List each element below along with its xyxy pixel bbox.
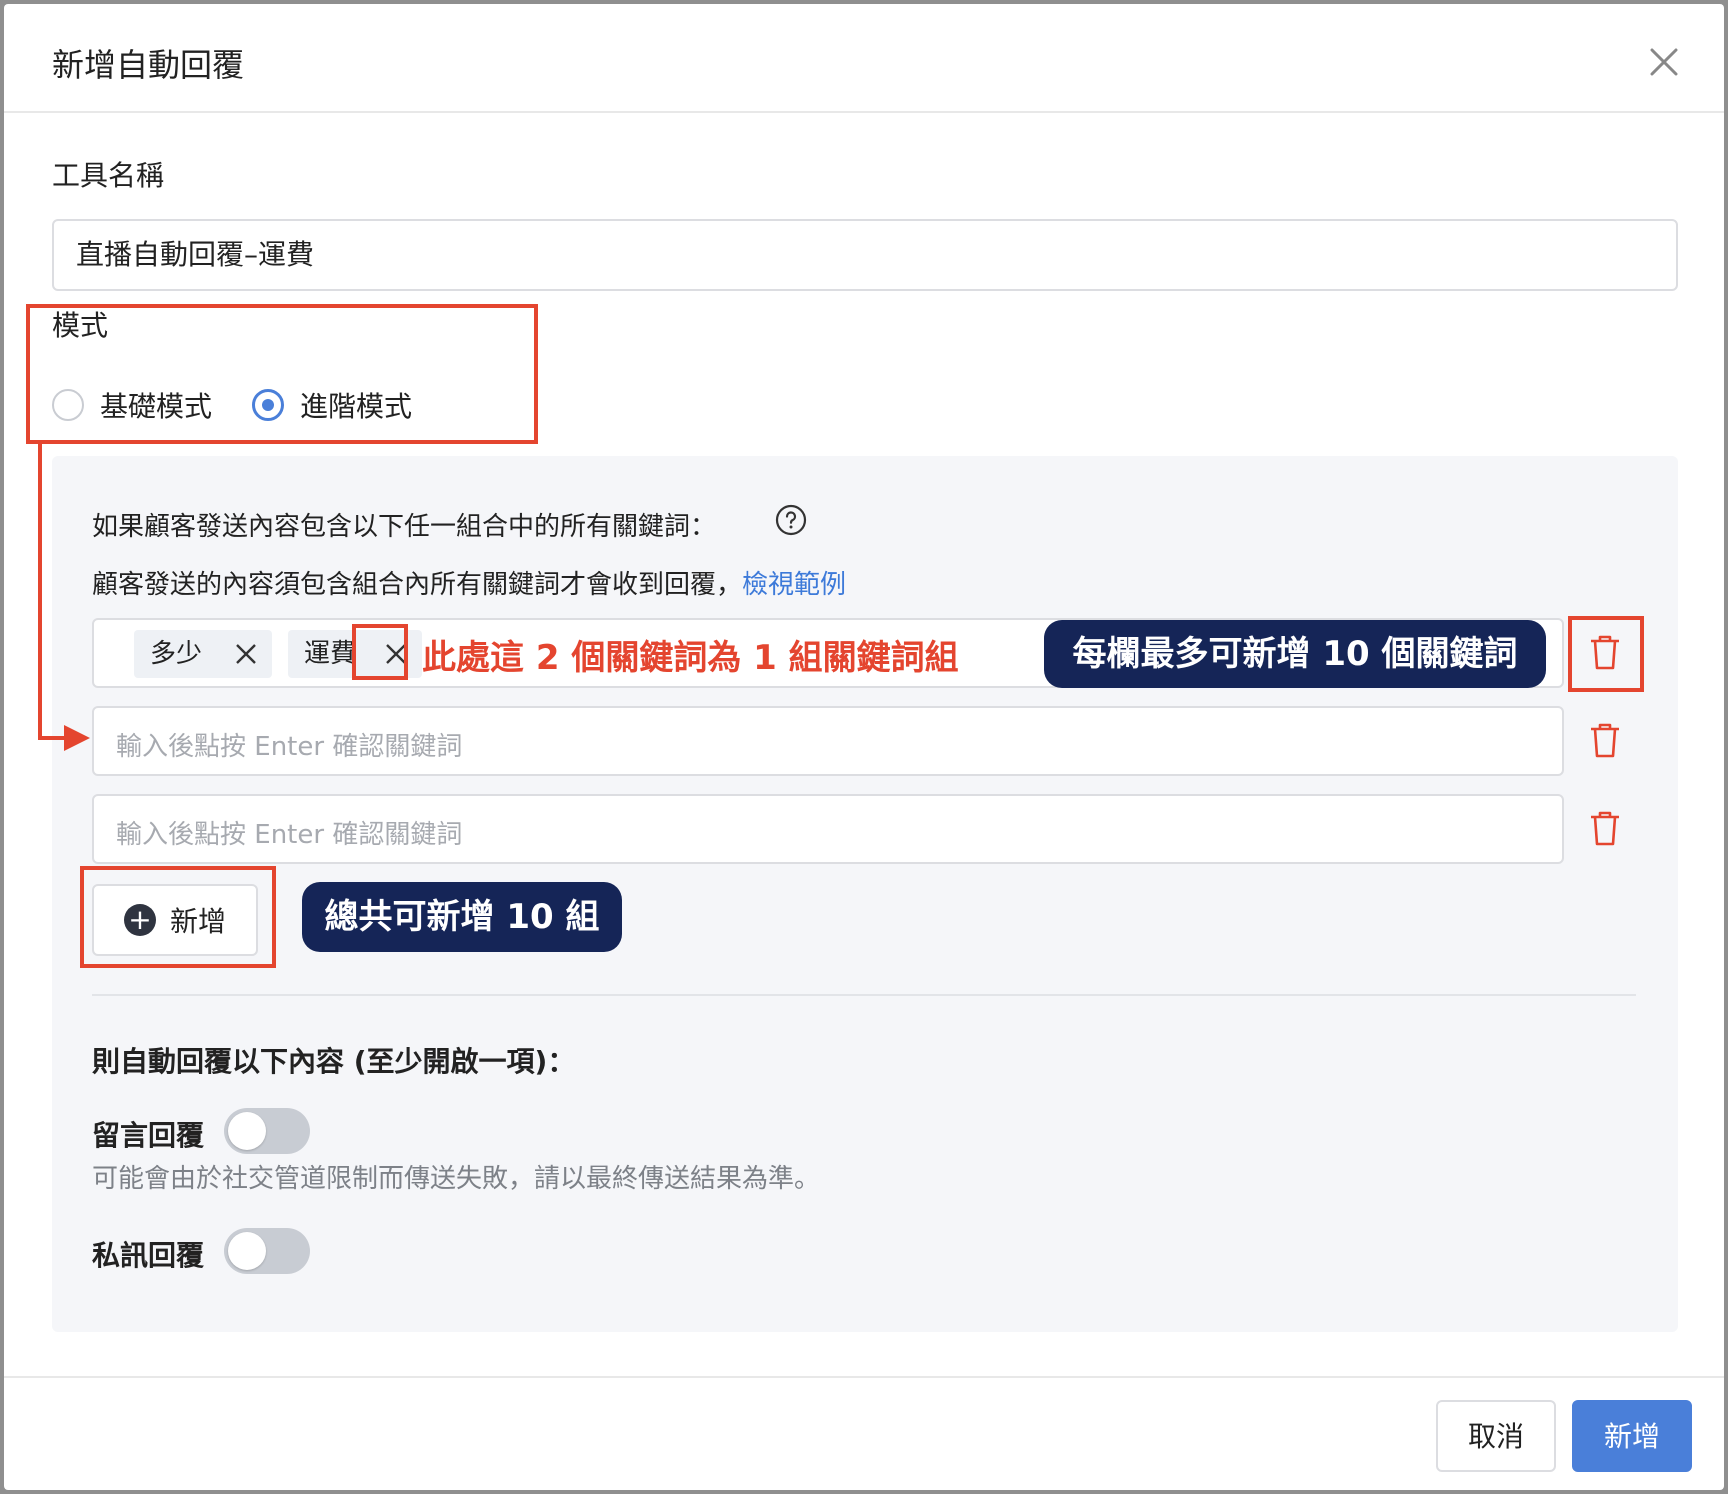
annotation-total-note: 總共可新增 10 組 (302, 882, 622, 952)
condition-text: 如果顧客發送內容包含以下任一組合中的所有關鍵詞： (92, 512, 717, 542)
keyword-panel: 如果顧客發送內容包含以下任一組合中的所有關鍵詞： 顧客發送的內容須包含組合內所有… (52, 456, 1678, 1332)
close-icon[interactable] (1644, 42, 1684, 82)
dm-reply-label: 私訊回覆 (92, 1239, 205, 1272)
annotation-mode-box (26, 304, 538, 444)
keyword-input-placeholder: 輸入後點按 Enter 確認關鍵詞 (116, 732, 463, 762)
help-question-icon[interactable] (775, 504, 807, 536)
keyword-description: 顧客發送的內容須包含組合內所有關鍵詞才會收到回覆，檢視範例 (92, 564, 846, 601)
annotation-add-button-box (80, 866, 276, 968)
remove-tag-icon[interactable] (234, 642, 258, 666)
annotation-remove-tag-box (352, 624, 408, 680)
keyword-tag-2-label: 運費 (304, 639, 357, 669)
dm-reply-toggle[interactable] (224, 1228, 310, 1274)
keyword-tag-1-label: 多少 (150, 639, 203, 669)
annotation-arrow-line (38, 444, 42, 740)
comment-reply-toggle[interactable] (224, 1108, 310, 1154)
annotation-per-row-note: 每欄最多可新增 10 個關鍵詞 (1044, 620, 1546, 688)
delete-row-3-trash-icon[interactable] (1588, 808, 1622, 848)
annotation-trash-box (1568, 616, 1644, 692)
toggle-knob (228, 1232, 266, 1270)
tool-name-input[interactable]: 直播自動回覆–運費 (52, 219, 1678, 291)
keyword-group-row-3[interactable]: 輸入後點按 Enter 確認關鍵詞 (92, 794, 1564, 864)
delete-row-2-trash-icon[interactable] (1588, 720, 1622, 760)
keyword-input-placeholder: 輸入後點按 Enter 確認關鍵詞 (116, 820, 463, 850)
description-text: 顧客發送的內容須包含組合內所有關鍵詞才會收到回覆， (92, 570, 743, 600)
toggle-knob (228, 1112, 266, 1150)
view-example-link[interactable]: 檢視範例 (742, 570, 846, 600)
cancel-button[interactable]: 取消 (1436, 1400, 1556, 1472)
reply-heading: 則自動回覆以下內容 (至少開啟一項)： (92, 1045, 576, 1078)
comment-reply-label: 留言回覆 (92, 1119, 205, 1152)
comment-reply-hint: 可能會由於社交管道限制而傳送失敗，請以最終傳送結果為準。 (92, 1164, 821, 1194)
keyword-tag-1: 多少 (134, 630, 272, 678)
auto-reply-dialog: 新增自動回覆 工具名稱 直播自動回覆–運費 模式 基礎模式 進階模式 如果顧客發… (4, 4, 1724, 1490)
submit-add-button[interactable]: 新增 (1572, 1400, 1692, 1472)
footer-divider (4, 1376, 1724, 1378)
annotation-arrow-head-icon (64, 725, 90, 751)
keyword-group-row-2[interactable]: 輸入後點按 Enter 確認關鍵詞 (92, 706, 1564, 776)
dialog-title: 新增自動回覆 (52, 46, 245, 84)
tool-name-label: 工具名稱 (52, 159, 165, 192)
dialog-header: 新增自動回覆 (4, 4, 1724, 113)
section-divider (92, 994, 1636, 996)
annotation-group-note: 此處這 2 個關鍵詞為 1 組關鍵詞組 (422, 638, 959, 678)
